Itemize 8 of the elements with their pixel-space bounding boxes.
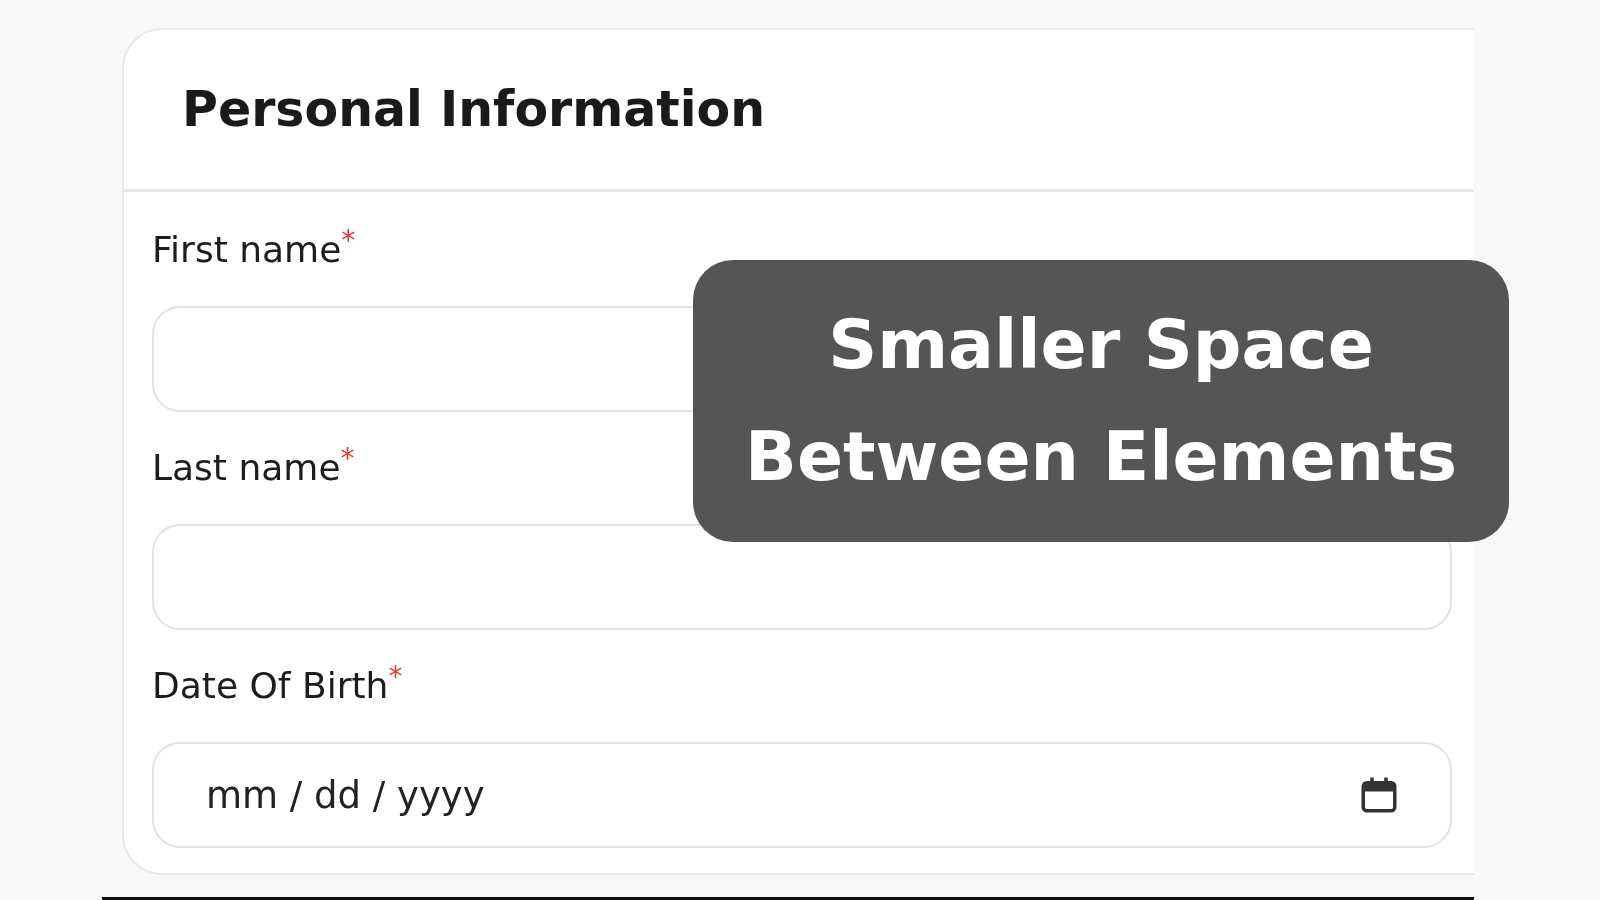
field-label: Date Of Birth [152, 664, 389, 708]
field-label: Last name [152, 446, 341, 490]
card-title: Personal Information [182, 79, 766, 140]
required-mark: * [341, 224, 356, 257]
caption-overlay: Smaller Space Between Elements [693, 260, 1509, 542]
field-label: First name [152, 228, 342, 272]
required-mark: * [340, 442, 355, 475]
required-mark: * [388, 660, 403, 693]
